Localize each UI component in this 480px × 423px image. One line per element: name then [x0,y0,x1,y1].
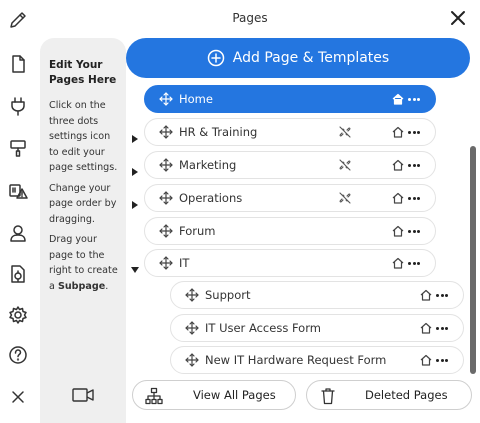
unlink-icon[interactable] [338,191,352,205]
left-toolbar [0,0,36,423]
move-handle-icon[interactable] [185,353,199,367]
view-all-pages-button[interactable]: View All Pages [132,380,296,410]
move-handle-icon[interactable] [159,191,173,205]
more-options-icon[interactable] [408,131,420,135]
home-icon[interactable] [392,192,404,204]
home-icon[interactable] [392,126,404,138]
add-page-button[interactable]: Add Page & Templates [126,38,470,78]
page-label: Marketing [179,158,237,172]
page-row[interactable]: HR & Training [144,118,436,146]
page-row[interactable]: IT [144,249,436,277]
caret-down-icon[interactable] [131,259,139,273]
paint-roller-icon[interactable] [6,136,30,160]
page-title: Pages [232,11,268,25]
page-label: Operations [179,191,243,205]
move-handle-icon[interactable] [159,92,173,106]
gear-icon[interactable] [6,303,30,327]
move-handle-icon[interactable] [159,224,173,238]
move-handle-icon[interactable] [185,321,199,335]
page-label: IT [179,256,190,270]
home-icon[interactable] [392,257,404,269]
more-options-icon[interactable] [408,164,420,168]
subpage-row[interactable]: IT User Access Form [170,314,464,342]
user-icon[interactable] [6,221,30,245]
caret-right-icon[interactable] [131,128,139,143]
move-handle-icon[interactable] [159,256,173,270]
plus-circle-icon [207,49,225,67]
caret-right-icon[interactable] [131,161,139,176]
home-icon[interactable] [420,289,432,301]
more-options-icon[interactable] [408,98,420,102]
home-icon[interactable] [420,322,432,334]
trash-icon [321,388,335,405]
page-label: Forum [179,224,216,238]
page-row[interactable]: Marketing [144,151,436,179]
view-all-pages-label: View All Pages [193,388,276,402]
unlink-icon[interactable] [338,125,352,139]
file-settings-icon[interactable] [6,262,30,286]
unlink-icon[interactable] [338,158,352,172]
scrollbar-thumb[interactable] [470,146,476,374]
page-label: Home [179,92,213,106]
help-icon[interactable] [6,343,30,367]
page-label: HR & Training [179,125,258,139]
close-icon[interactable] [6,385,30,409]
help-text-subpage: Drag your page to the right to create a … [49,234,118,292]
page-icon[interactable] [6,52,30,76]
more-options-icon[interactable] [436,294,448,298]
move-handle-icon[interactable] [159,158,173,172]
page-row[interactable]: Operations [144,184,436,212]
page-label: IT User Access Form [205,321,321,335]
more-options-icon[interactable] [408,230,420,234]
deleted-pages-label: Deleted Pages [365,388,448,402]
sitemap-icon [145,387,163,405]
page-row[interactable]: Home [144,85,436,113]
pencil-icon[interactable] [6,8,30,32]
move-handle-icon[interactable] [185,288,199,302]
close-icon[interactable] [448,8,468,28]
more-options-icon[interactable] [408,262,420,266]
caret-right-icon[interactable] [131,194,139,209]
add-page-label: Add Page & Templates [232,50,390,66]
more-options-icon[interactable] [436,359,448,363]
subpage-row[interactable]: Support [170,281,464,309]
page-label: New IT Hardware Request Form [205,353,387,367]
video-icon[interactable] [72,386,94,404]
help-panel: Edit Your Pages Here Click on the three … [40,38,126,423]
more-options-icon[interactable] [408,197,420,201]
home-icon[interactable] [420,354,432,366]
plug-icon[interactable] [6,94,30,118]
more-options-icon[interactable] [436,327,448,331]
help-title: Edit Your Pages Here [49,59,117,86]
subpage-row[interactable]: New IT Hardware Request Form [170,346,464,374]
page-row[interactable]: Forum [144,217,436,245]
help-text-order: Change your page order by dragging. [49,182,117,225]
move-handle-icon[interactable] [159,125,173,139]
deleted-pages-button[interactable]: Deleted Pages [306,380,472,410]
page-label: Support [205,288,251,302]
home-icon[interactable] [392,159,404,171]
home-icon[interactable] [392,225,404,237]
alert-icon[interactable] [6,179,30,203]
help-text-settings: Click on the three dots settings icon to… [49,100,118,173]
home-icon[interactable] [392,93,404,105]
